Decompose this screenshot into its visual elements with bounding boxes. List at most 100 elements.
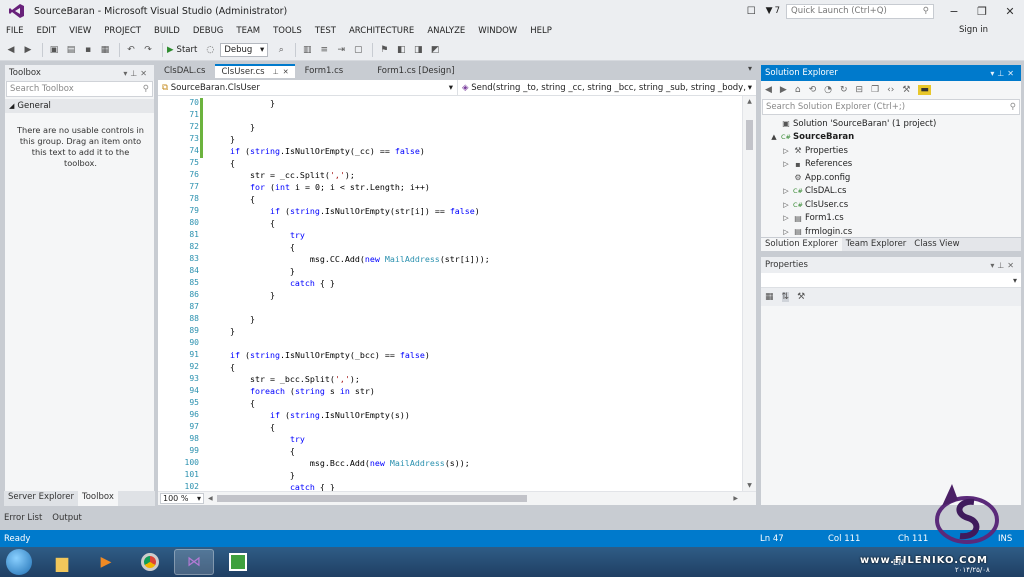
pending-changes-icon[interactable]: ◔ xyxy=(824,85,832,95)
forward-icon[interactable]: ▶ xyxy=(780,85,787,95)
code-line[interactable]: { xyxy=(210,158,235,168)
taskbar-camtasia[interactable] xyxy=(218,549,258,575)
code-line[interactable]: { xyxy=(210,362,235,372)
code-line[interactable]: { xyxy=(210,194,255,204)
tree-item[interactable]: ▲ C# SourceBaran xyxy=(761,131,1021,145)
scroll-down-icon[interactable]: ▼ xyxy=(743,482,756,489)
code-line[interactable]: msg.CC.Add(new MailAddress(str[i])); xyxy=(210,254,490,264)
alphabetical-icon[interactable]: ⇅ xyxy=(781,292,790,302)
code-line[interactable]: foreach (string s in str) xyxy=(210,386,375,396)
tree-item[interactable]: ▣ Solution 'SourceBaran' (1 project) xyxy=(761,117,1021,131)
bookmark-icon[interactable]: ⚑ xyxy=(377,43,391,57)
code-line[interactable]: } xyxy=(210,314,255,324)
categorized-icon[interactable]: ▦ xyxy=(765,292,774,302)
solution-search-input[interactable]: Search Solution Explorer (Ctrl+;) ⚲ xyxy=(762,99,1020,115)
menu-build[interactable]: BUILD xyxy=(154,26,180,36)
menu-help[interactable]: HELP xyxy=(530,26,552,36)
new-project-icon[interactable]: ▣ xyxy=(47,43,61,57)
comment-icon[interactable]: ▢ xyxy=(351,43,365,57)
home-icon[interactable]: ⌂ xyxy=(795,85,801,95)
tree-item[interactable]: ▷ C# ClsUser.cs xyxy=(761,198,1021,212)
prev-bookmark-icon[interactable]: ◧ xyxy=(394,43,408,57)
pin-icon[interactable]: ⊥ xyxy=(273,68,279,76)
expander-icon[interactable]: ▷ xyxy=(781,214,791,222)
code-line[interactable]: } xyxy=(210,266,295,276)
toolbox-search-input[interactable]: Search Toolbox ⚲ xyxy=(6,81,153,97)
redo-icon[interactable]: ↷ xyxy=(141,43,155,57)
clear-bookmarks-icon[interactable]: ◩ xyxy=(428,43,442,57)
code-line[interactable]: catch { } xyxy=(210,278,335,288)
menu-analyze[interactable]: ANALYZE xyxy=(427,26,465,36)
tab-error-list[interactable]: Error List xyxy=(4,513,42,523)
code-line[interactable]: { xyxy=(210,446,295,456)
code-line[interactable]: } xyxy=(210,122,255,132)
tab-output[interactable]: Output xyxy=(52,513,82,523)
scroll-left-icon[interactable]: ◀ xyxy=(208,495,213,502)
menu-team[interactable]: TEAM xyxy=(236,26,260,36)
tab-solution-explorer[interactable]: Solution Explorer xyxy=(761,238,842,251)
align-icon[interactable]: ≡ xyxy=(317,43,331,57)
code-line[interactable]: } xyxy=(210,326,235,336)
code-line[interactable]: if (string.IsNullOrEmpty(str[i]) == fals… xyxy=(210,206,480,216)
code-line[interactable]: } xyxy=(210,290,275,300)
taskbar-chrome[interactable] xyxy=(130,549,170,575)
code-line[interactable]: { xyxy=(210,422,275,432)
expander-icon[interactable]: ▷ xyxy=(781,201,791,209)
property-pages-icon[interactable]: ⚒ xyxy=(797,292,805,302)
sign-in-link[interactable]: Sign in xyxy=(959,25,988,35)
save-icon[interactable]: ▪ xyxy=(81,43,95,57)
restore-button[interactable]: ❐ xyxy=(968,5,996,18)
code-line[interactable]: if (string.IsNullOrEmpty(_bcc) == false) xyxy=(210,350,430,360)
class-selector[interactable]: ⧉ SourceBaran.ClsUser ▾ xyxy=(158,80,458,95)
zoom-select[interactable]: 100 % ▾ xyxy=(160,493,204,504)
vertical-scrollbar[interactable]: ▲ ▼ xyxy=(742,96,756,491)
quick-launch-input[interactable]: Quick Launch (Ctrl+Q) ⚲ xyxy=(786,3,934,19)
back-icon[interactable]: ◀ xyxy=(4,43,18,57)
tree-item[interactable]: ▷ C# ClsDAL.cs xyxy=(761,185,1021,199)
menu-debug[interactable]: DEBUG xyxy=(193,26,224,36)
collapse-all-icon[interactable]: ⊟ xyxy=(856,85,864,95)
indent-icon[interactable]: ⇥ xyxy=(334,43,348,57)
taskbar-visual-studio[interactable]: ⋈ xyxy=(174,549,214,575)
code-line[interactable]: str = _cc.Split(','); xyxy=(210,170,355,180)
code-line[interactable]: try xyxy=(210,434,305,444)
code-line[interactable]: } xyxy=(210,470,295,480)
preview-icon[interactable]: ▬ xyxy=(918,85,931,95)
menu-edit[interactable]: EDIT xyxy=(37,26,57,36)
tab-team-explorer[interactable]: Team Explorer xyxy=(842,238,911,251)
forward-icon[interactable]: ▶ xyxy=(21,43,35,57)
tree-item[interactable]: ▷ ⚒ Properties xyxy=(761,144,1021,158)
notification-count[interactable]: 7 xyxy=(775,6,780,16)
scroll-up-icon[interactable]: ▲ xyxy=(743,98,756,105)
solution-configuration-select[interactable]: Debug ▾ xyxy=(220,42,269,57)
tab-toolbox[interactable]: Toolbox xyxy=(77,491,118,506)
find-icon[interactable]: ⌕ xyxy=(274,43,288,57)
open-file-icon[interactable]: ▤ xyxy=(64,43,78,57)
close-icon[interactable]: ✕ xyxy=(283,68,289,76)
toolbox-group-general[interactable]: ◢ General xyxy=(5,99,154,113)
code-line[interactable]: str = _bcc.Split(','); xyxy=(210,374,360,384)
menu-project[interactable]: PROJECT xyxy=(104,26,141,36)
taskbar-explorer[interactable]: ▆ xyxy=(42,549,82,575)
close-button[interactable]: ✕ xyxy=(996,5,1024,18)
back-icon[interactable]: ◀ xyxy=(765,85,772,95)
panel-pin-close-icons[interactable]: ▾⊥✕ xyxy=(123,69,150,78)
horizontal-scrollbar[interactable]: 100 % ▾ ◀ ▶ xyxy=(158,491,756,505)
code-line[interactable]: if (string.IsNullOrEmpty(_cc) == false) xyxy=(210,146,425,156)
code-line[interactable]: if (string.IsNullOrEmpty(s)) xyxy=(210,410,410,420)
tab-form1[interactable]: Form1.cs xyxy=(299,64,350,78)
panel-pin-close-icons[interactable]: ▾⊥✕ xyxy=(990,69,1017,78)
next-bookmark-icon[interactable]: ◨ xyxy=(411,43,425,57)
horizontal-scroll-thumb[interactable] xyxy=(216,495,527,502)
panel-pin-close-icons[interactable]: ▾⊥✕ xyxy=(990,261,1017,270)
expander-icon[interactable]: ▲ xyxy=(769,133,779,141)
scrollbar-thumb[interactable] xyxy=(746,120,753,150)
code-line[interactable]: catch { } xyxy=(210,482,335,491)
undo-icon[interactable]: ↶ xyxy=(124,43,138,57)
code-line[interactable]: for (int i = 0; i < str.Length; i++) xyxy=(210,182,430,192)
properties-object-select[interactable]: ▾ xyxy=(761,273,1021,288)
expander-icon[interactable]: ▷ xyxy=(781,228,791,236)
save-all-icon[interactable]: ▦ xyxy=(98,43,112,57)
menu-view[interactable]: VIEW xyxy=(69,26,91,36)
notifications-flag-icon[interactable]: ▼ xyxy=(766,6,773,16)
